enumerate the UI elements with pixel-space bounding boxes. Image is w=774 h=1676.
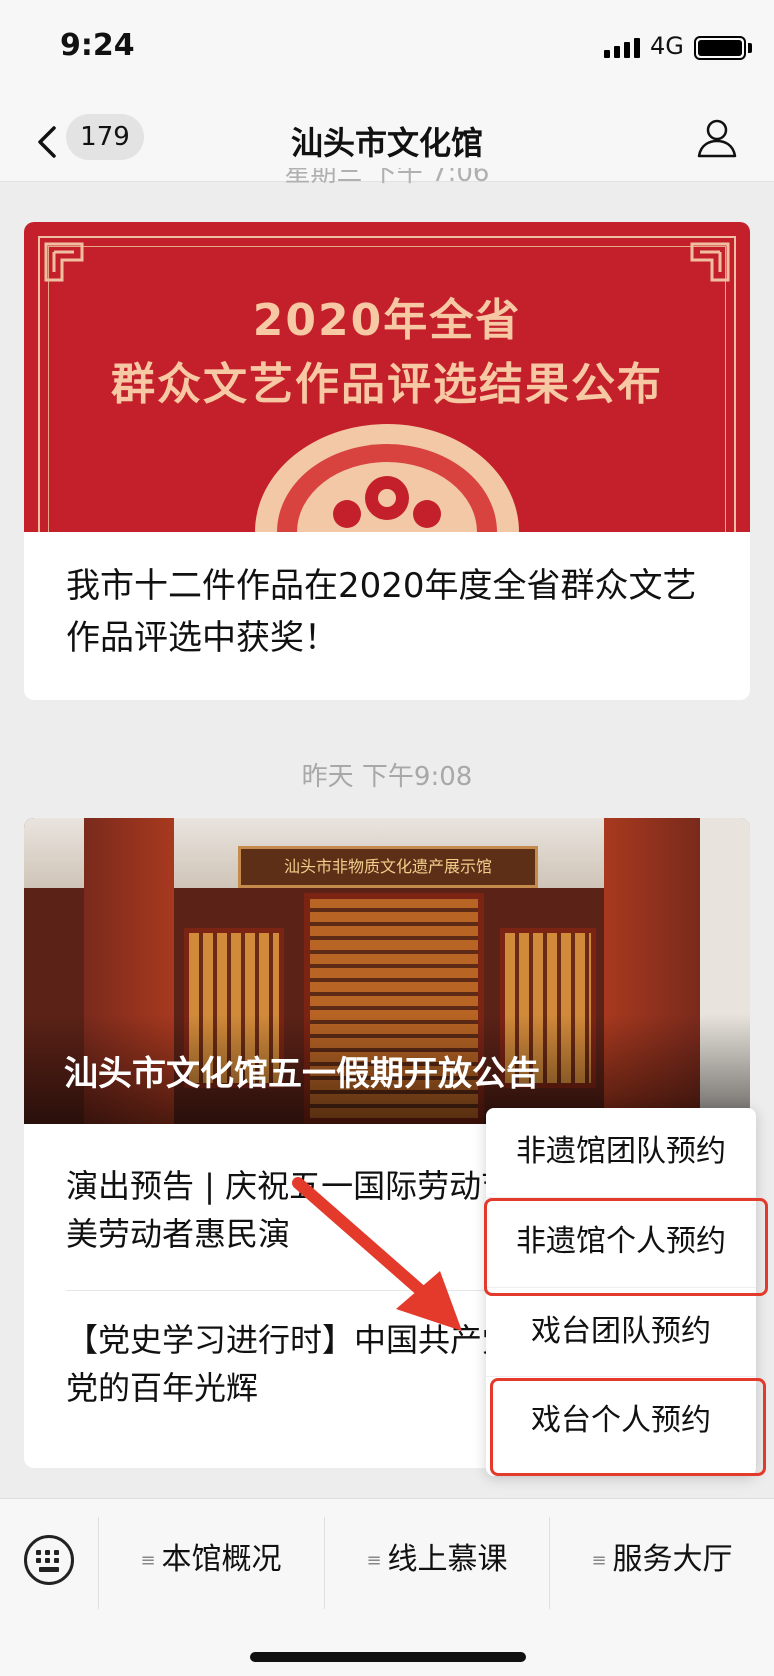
article-card-1[interactable]: 2020年全省 群众文艺作品评选结果公布 我市十二件作品在2020年度全省群众文… bbox=[24, 222, 750, 700]
article-title[interactable]: 我市十二件作品在2020年度全省群众文艺作品评选中获奖！ bbox=[24, 532, 750, 692]
menu-lines-icon: ≡ bbox=[366, 1549, 382, 1571]
timestamp-top: 星期三 下午 7:06 bbox=[284, 168, 490, 184]
timestamp-mid: 昨天 下午9:08 bbox=[301, 762, 473, 792]
signal-icon bbox=[604, 36, 640, 58]
menu-item-service-hall[interactable]: ≡ 服务大厅 bbox=[550, 1527, 774, 1593]
photo-sign: 汕头市非物质文化遗产展示馆 bbox=[238, 846, 538, 888]
bottom-menu-bar: ≡ 本馆概况 ≡ 线上慕课 ≡ 服务大厅 bbox=[0, 1498, 774, 1676]
cover-photo[interactable]: 汕头市非物质文化遗产展示馆 汕头市文化馆五一假期开放公告 bbox=[24, 818, 750, 1124]
menu-item-label: 线上慕课 bbox=[387, 1542, 508, 1577]
banner-heading-2: 群众文艺作品评选结果公布 bbox=[111, 359, 663, 410]
article-title[interactable]: 汕头市文化馆五一假期开放公告 bbox=[64, 1046, 540, 1095]
status-time: 9:24 bbox=[60, 28, 135, 63]
status-bar: 9:24 4G bbox=[0, 0, 774, 100]
banner-heading-1: 2020年全省 bbox=[252, 295, 522, 346]
highlight-box bbox=[490, 1378, 766, 1476]
menu-item-overview[interactable]: ≡ 本馆概况 bbox=[99, 1527, 323, 1593]
menu-lines-icon: ≡ bbox=[591, 1549, 607, 1571]
network-label: 4G bbox=[650, 32, 684, 60]
home-indicator bbox=[250, 1652, 526, 1662]
menu-item-stage-group[interactable]: 戏台团队预约 bbox=[486, 1287, 756, 1375]
menu-lines-icon: ≡ bbox=[140, 1549, 156, 1571]
battery-icon bbox=[694, 36, 746, 60]
menu-item-label: 本馆概况 bbox=[161, 1542, 282, 1577]
banner-image: 2020年全省 群众文艺作品评选结果公布 bbox=[24, 222, 750, 532]
profile-icon[interactable] bbox=[694, 114, 740, 160]
page-title: 汕头市文化馆 bbox=[290, 124, 483, 162]
menu-item-label: 服务大厅 bbox=[612, 1542, 733, 1577]
menu-item-heritage-group[interactable]: 非遗馆团队预约 bbox=[486, 1108, 756, 1196]
floral-ornament-icon bbox=[255, 424, 519, 532]
highlight-box bbox=[484, 1198, 768, 1296]
menu-item-online-courses[interactable]: ≡ 线上慕课 bbox=[325, 1527, 549, 1593]
arrow-icon bbox=[292, 1177, 462, 1331]
keyboard-icon[interactable] bbox=[24, 1535, 74, 1585]
battery-tip bbox=[748, 43, 752, 53]
